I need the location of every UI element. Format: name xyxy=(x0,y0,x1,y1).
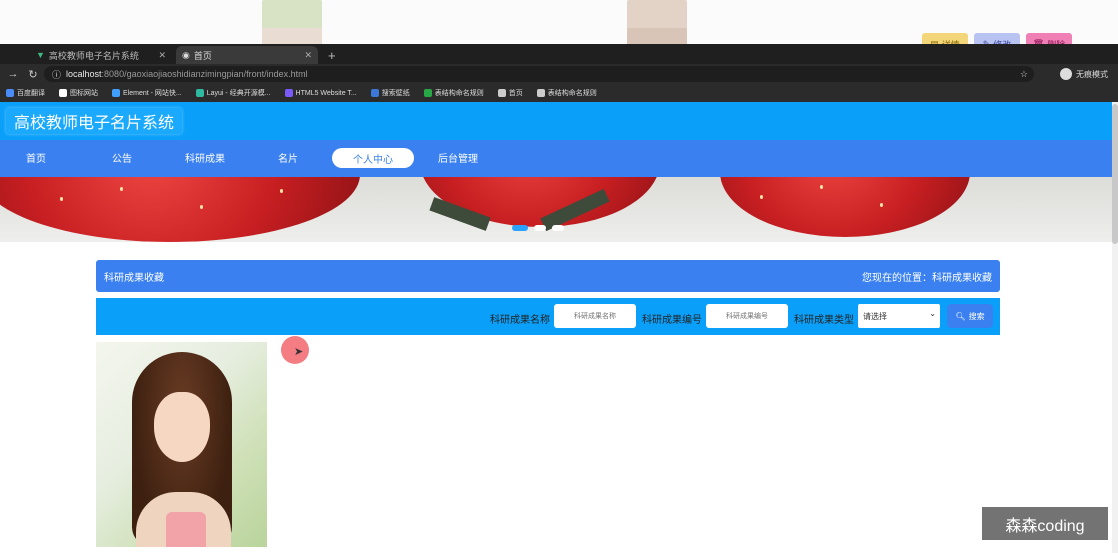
bookmark-item[interactable]: Element - 网站快... xyxy=(112,88,182,98)
seed-dot xyxy=(200,205,203,209)
carousel-indicators xyxy=(512,225,564,231)
close-tab-icon[interactable]: ✕ xyxy=(304,50,312,61)
search-form: 科研成果名称 科研成果编号 科研成果类型 请选择 ⌄ 🔍︎ 搜索 xyxy=(96,298,1000,335)
type-label: 科研成果类型 xyxy=(794,315,854,326)
seed-dot xyxy=(820,185,823,189)
page-scrollbar[interactable] xyxy=(1112,102,1118,553)
main-nav: 首页 公告 科研成果 名片 个人中心 后台管理 xyxy=(0,140,1112,177)
background-page-overlay: ▤详情 ✎修改 🗑删除 xyxy=(0,0,1118,50)
carousel-dot[interactable] xyxy=(534,225,546,231)
strawberry-image xyxy=(0,177,360,242)
bookmarks-bar: 百度翻译 图标网站 Element - 网站快... Layui - 经典开源模...… xyxy=(0,84,1118,102)
html5-icon xyxy=(284,89,293,97)
scrollbar-thumb[interactable] xyxy=(1112,104,1118,244)
layui-icon xyxy=(195,89,204,97)
bookmark-item[interactable]: Layui - 经典开源模... xyxy=(195,88,271,98)
table-icon xyxy=(423,89,432,97)
bookmark-item[interactable]: 首页 xyxy=(497,88,523,98)
forward-icon[interactable]: → xyxy=(6,68,20,80)
search-icon: 🔍︎ xyxy=(955,311,966,321)
bookmark-item[interactable]: 图标网站 xyxy=(59,88,98,98)
section-header: 科研成果收藏 您现在的位置：科研成果收藏 xyxy=(96,260,1000,292)
carousel-dot[interactable] xyxy=(552,225,564,231)
bookmark-star-icon[interactable]: ☆ xyxy=(1020,69,1028,80)
nav-item-research[interactable]: 科研成果 xyxy=(185,150,225,165)
vue-favicon-icon: ▼ xyxy=(36,50,45,60)
bookmark-item[interactable]: 表结构命名规则 xyxy=(536,88,597,98)
section-title: 科研成果收藏 xyxy=(104,272,164,284)
seed-dot xyxy=(880,203,883,207)
name-search-input[interactable] xyxy=(554,304,636,328)
translate-icon xyxy=(6,89,14,97)
globe-icon xyxy=(536,89,545,97)
bookmark-item[interactable]: 搜索壁纸 xyxy=(370,88,410,98)
bookmark-label: Element - 网站快... xyxy=(123,90,182,97)
seed-dot xyxy=(760,195,763,199)
bookmark-label: 搜索壁纸 xyxy=(381,90,410,97)
site-title: 高校教师电子名片系统 xyxy=(6,108,183,134)
strawberry-image xyxy=(720,177,970,237)
carousel-dot[interactable] xyxy=(512,225,528,231)
bookmark-label: HTML5 Website T... xyxy=(295,89,357,97)
browser-tab-active[interactable]: ◉ 首页 ✕ xyxy=(176,46,318,64)
name-label: 科研成果名称 xyxy=(490,315,550,326)
photo-shape xyxy=(166,512,206,547)
bookmark-item[interactable]: 百度翻译 xyxy=(6,88,45,98)
element-icon xyxy=(112,89,120,97)
site-header: 高校教师电子名片系统 xyxy=(0,102,1112,140)
breadcrumb: 您现在的位置：科研成果收藏 xyxy=(862,272,992,284)
nav-item-home[interactable]: 首页 xyxy=(26,150,46,165)
browser-tab-bar: ▼ 高校教师电子名片系统 ✕ ◉ 首页 ✕ + xyxy=(0,44,1118,64)
globe-icon xyxy=(497,89,506,97)
search-button[interactable]: 🔍︎ 搜索 xyxy=(947,304,993,328)
address-bar-row: → ↻ ⓘ localhost:8080/gaoxiaojiaoshidianz… xyxy=(0,64,1118,84)
number-search-input[interactable] xyxy=(706,304,788,328)
bookmark-label: 表结构命名规则 xyxy=(434,90,484,97)
chevron-down-icon: ⌄ xyxy=(929,309,936,318)
browser-tab[interactable]: ▼ 高校教师电子名片系统 ✕ xyxy=(30,46,172,64)
mouse-cursor-icon: ➤ xyxy=(294,346,304,358)
nav-item-personal-center[interactable]: 个人中心 xyxy=(332,148,414,168)
research-item-image[interactable] xyxy=(96,342,267,547)
bookmark-label: 图标网站 xyxy=(70,90,98,97)
wallpaper-icon xyxy=(370,89,379,97)
profile-chip[interactable]: 无痕模式 xyxy=(1060,66,1108,82)
number-label: 科研成果编号 xyxy=(642,315,702,326)
close-tab-icon[interactable]: ✕ xyxy=(158,50,166,61)
incognito-icon xyxy=(1060,68,1072,80)
type-select[interactable]: 请选择 ⌄ xyxy=(858,304,940,328)
watermark: 森森coding xyxy=(982,507,1108,540)
nav-item-cards[interactable]: 名片 xyxy=(278,150,298,165)
url-field[interactable]: ⓘ localhost:8080/gaoxiaojiaoshidianzimin… xyxy=(44,66,1034,82)
seed-dot xyxy=(60,197,63,201)
flag-icon xyxy=(59,89,67,97)
bookmark-label: 首页 xyxy=(508,90,523,97)
bookmark-label: 百度翻译 xyxy=(17,90,45,97)
seed-dot xyxy=(120,187,123,191)
bookmark-item[interactable]: 表结构命名规则 xyxy=(423,88,484,98)
bookmark-label: 表结构命名规则 xyxy=(547,90,597,97)
photo-shape xyxy=(154,392,210,462)
bookmark-label: Layui - 经典开源模... xyxy=(206,90,271,97)
globe-favicon-icon: ◉ xyxy=(182,49,190,60)
seed-dot xyxy=(280,189,283,193)
info-icon: ⓘ xyxy=(52,69,62,80)
nav-item-admin[interactable]: 后台管理 xyxy=(438,150,478,165)
banner-carousel[interactable] xyxy=(0,177,1112,242)
reload-icon[interactable]: ↻ xyxy=(26,68,40,81)
new-tab-button[interactable]: + xyxy=(322,46,342,64)
nav-item-notice[interactable]: 公告 xyxy=(112,150,132,165)
bookmark-item[interactable]: HTML5 Website T... xyxy=(284,89,357,97)
